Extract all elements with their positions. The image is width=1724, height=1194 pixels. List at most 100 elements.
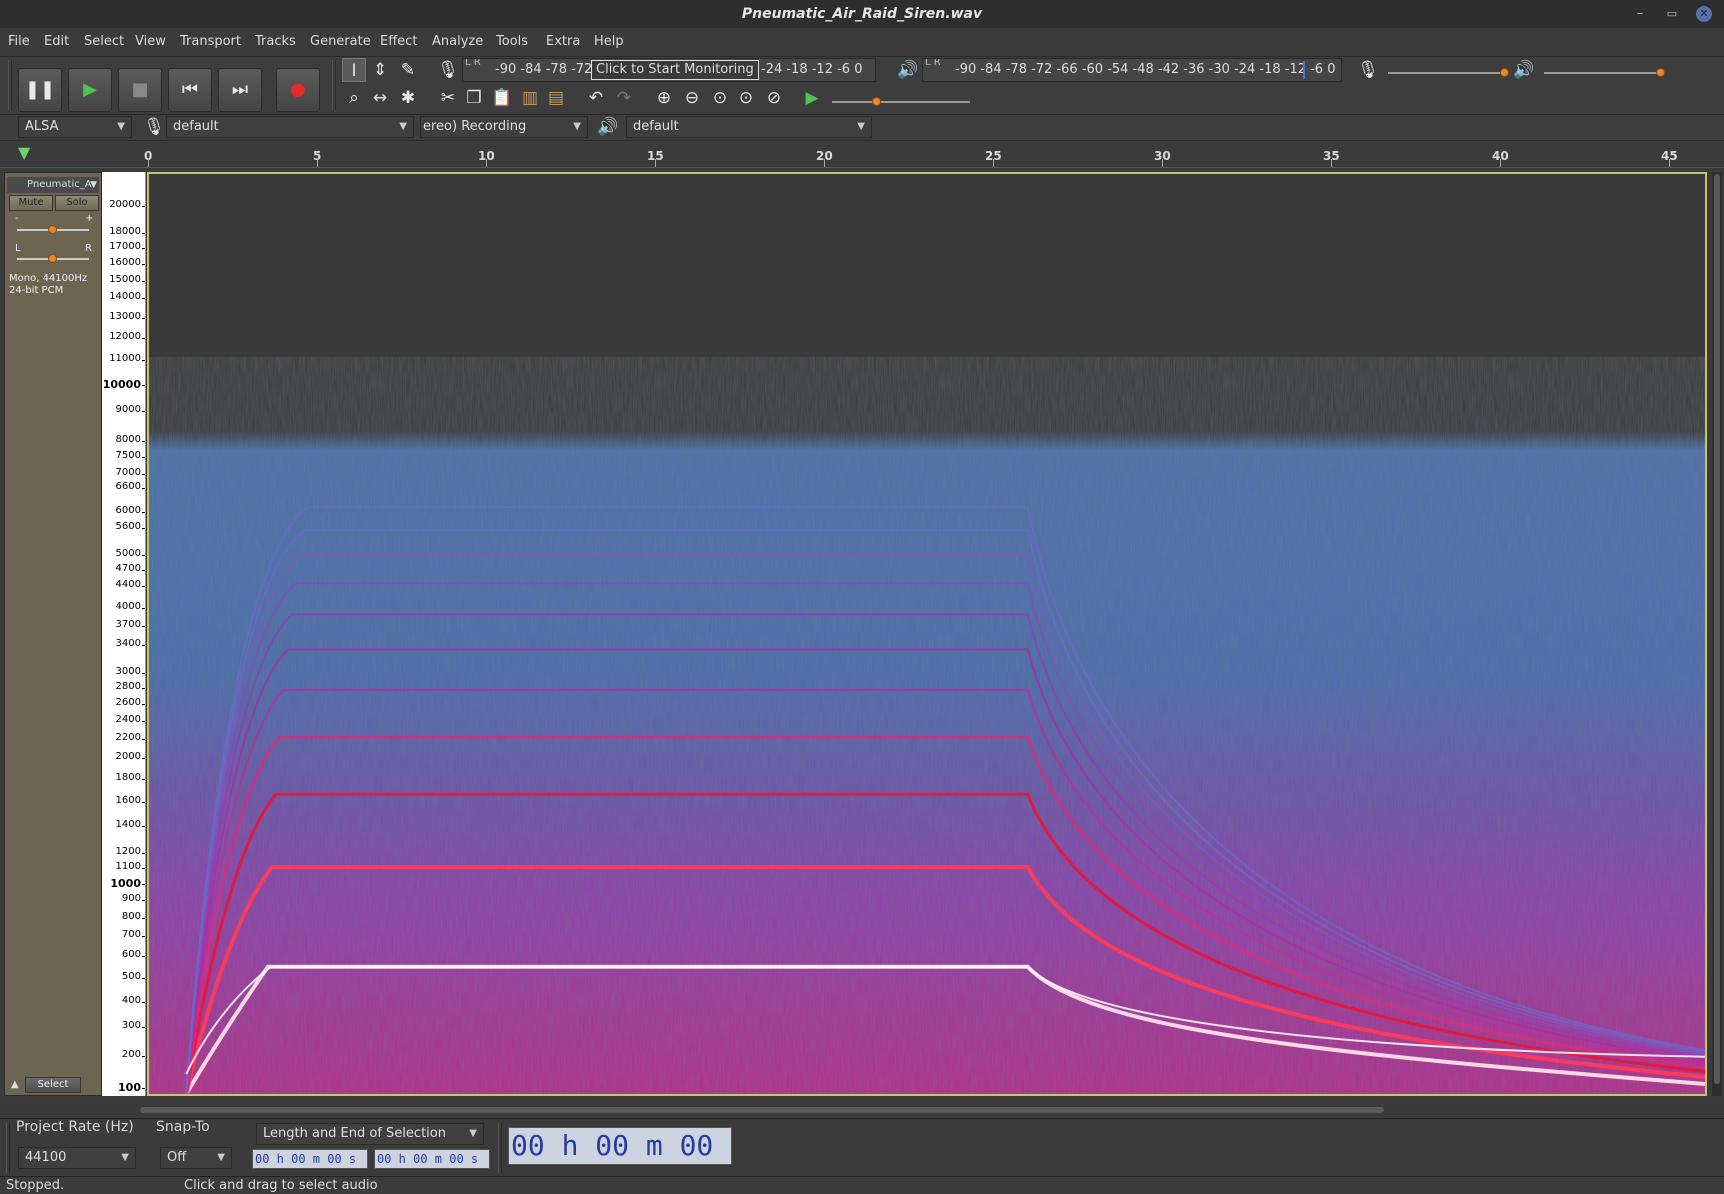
frequency-label: 9000 bbox=[115, 404, 141, 416]
track-name-dropdown[interactable]: Pneumatic_A ▼ bbox=[7, 177, 99, 193]
project-rate-label: Project Rate (Hz) bbox=[16, 1119, 134, 1135]
playback-device-dropdown[interactable]: default ▼ bbox=[626, 116, 872, 138]
audacity-window: Pneumatic_Air_Raid_Siren.wav – ▭ ✕ File … bbox=[0, 0, 1724, 1194]
solo-button[interactable]: Solo bbox=[55, 195, 99, 211]
multi-tool-icon[interactable]: ✱ bbox=[396, 86, 420, 110]
timeline-ruler[interactable]: ▼ 0 5 10 15 20 25 30 35 40 45 bbox=[0, 140, 1724, 168]
pan-knob[interactable] bbox=[48, 254, 57, 263]
collapse-track-icon[interactable]: ▲ bbox=[11, 1079, 19, 1090]
playback-meter-scale: -90 -84 -78 -72 -66 -60 -54 -48 -42 -36 … bbox=[955, 62, 1336, 77]
vertical-scrollbar[interactable] bbox=[1712, 172, 1722, 1096]
frequency-tick bbox=[142, 936, 145, 938]
draw-tool-icon[interactable]: ✎ bbox=[396, 58, 420, 82]
menu-help[interactable]: Help bbox=[594, 34, 624, 49]
frequency-label: 2600 bbox=[115, 696, 141, 708]
skip-to-start-button[interactable]: ⏮ bbox=[168, 68, 212, 112]
paste-icon[interactable]: 📋 bbox=[490, 86, 514, 110]
playback-volume-knob[interactable] bbox=[1656, 68, 1665, 77]
horizontal-scrollbar[interactable] bbox=[0, 1104, 1724, 1116]
playback-meter[interactable]: L R -90 -84 -78 -72 -66 -60 -54 -48 -42 … bbox=[922, 58, 1342, 82]
envelope-tool-icon[interactable]: ⇕ bbox=[368, 58, 392, 82]
time-shift-tool-icon[interactable]: ↔ bbox=[368, 86, 392, 110]
zoom-out-icon[interactable]: ⊖ bbox=[680, 86, 704, 110]
selection-start-time[interactable]: 00 h 00 m 00 s bbox=[252, 1149, 368, 1169]
chevron-down-icon: ▼ bbox=[117, 121, 125, 132]
frequency-label: 100 bbox=[118, 1081, 141, 1094]
minimize-icon[interactable]: – bbox=[1630, 4, 1650, 24]
record-meter[interactable]: L R -90 -84 -78 -72 Click to Start Monit… bbox=[462, 58, 876, 82]
ruler-tick-mark bbox=[824, 159, 825, 167]
maximize-icon[interactable]: ▭ bbox=[1662, 4, 1682, 24]
ruler-tick-mark bbox=[993, 159, 994, 167]
toolbar-grip[interactable] bbox=[332, 60, 336, 110]
copy-icon[interactable]: ❐ bbox=[462, 86, 486, 110]
track-control-panel[interactable]: ✕ Pneumatic_A▼ Mute Solo - + L R Mono, 4… bbox=[4, 172, 102, 1096]
fit-project-icon[interactable]: ⊙ bbox=[734, 86, 758, 110]
menu-generate[interactable]: Generate bbox=[310, 34, 371, 49]
record-button[interactable]: ● bbox=[276, 68, 320, 112]
toolbar-grip[interactable] bbox=[8, 60, 12, 110]
play-at-speed-icon[interactable]: ▶ bbox=[800, 86, 824, 110]
recording-device-dropdown[interactable]: default ▼ bbox=[166, 116, 414, 138]
status-hint: Click and drag to select audio bbox=[184, 1178, 378, 1193]
frequency-tick bbox=[142, 607, 145, 609]
frequency-tick bbox=[142, 384, 145, 386]
menu-view[interactable]: View bbox=[135, 34, 166, 49]
menu-analyze[interactable]: Analyze bbox=[432, 34, 483, 49]
menu-select[interactable]: Select bbox=[84, 34, 124, 49]
frequency-tick bbox=[142, 555, 145, 557]
playback-meter-lr: L R bbox=[925, 58, 941, 68]
play-speed-knob[interactable] bbox=[872, 97, 881, 106]
audio-host-dropdown[interactable]: ALSA ▼ bbox=[18, 116, 132, 138]
menu-effect[interactable]: Effect bbox=[380, 34, 417, 49]
play-head-icon[interactable]: ▼ bbox=[18, 145, 30, 161]
play-button[interactable]: ▶ bbox=[68, 68, 112, 112]
record-meter-mic-icon[interactable]: 🎙 bbox=[436, 58, 460, 82]
trim-icon[interactable]: ▥ bbox=[518, 86, 542, 110]
menu-edit[interactable]: Edit bbox=[44, 34, 69, 49]
toolbar-grip[interactable] bbox=[6, 1123, 10, 1173]
recording-volume-slider[interactable] bbox=[1388, 72, 1508, 74]
vertical-scroll-thumb[interactable] bbox=[1714, 174, 1720, 1084]
selection-end-time[interactable]: 00 h 00 m 00 s bbox=[374, 1149, 490, 1169]
snap-to-label: Snap-To bbox=[156, 1119, 210, 1135]
menu-transport[interactable]: Transport bbox=[180, 34, 241, 49]
zoom-toggle-icon[interactable]: ⊘ bbox=[762, 86, 786, 110]
skip-to-end-button[interactable]: ⏭ bbox=[218, 68, 262, 112]
frequency-tick bbox=[142, 1088, 145, 1089]
start-monitoring-tooltip[interactable]: Click to Start Monitoring bbox=[591, 60, 759, 80]
menu-extra[interactable]: Extra bbox=[546, 34, 580, 49]
recording-volume-knob[interactable] bbox=[1500, 68, 1509, 77]
close-icon[interactable]: ✕ bbox=[1696, 6, 1712, 22]
audio-position-time[interactable]: 00 h 00 m 00 s bbox=[508, 1127, 732, 1194]
redo-icon[interactable]: ↷ bbox=[612, 86, 636, 110]
pause-button[interactable]: ❚❚ bbox=[18, 68, 62, 112]
gain-knob[interactable] bbox=[48, 225, 57, 234]
select-track-button[interactable]: Select bbox=[25, 1077, 81, 1093]
selection-mode-dropdown[interactable]: Length and End of Selection ▼ bbox=[256, 1123, 484, 1145]
selection-tool-icon[interactable]: I bbox=[342, 58, 366, 82]
recording-channels-dropdown[interactable]: ereo) Recording Channels▼ bbox=[420, 116, 588, 154]
horizontal-scroll-thumb[interactable] bbox=[140, 1107, 1384, 1113]
project-rate-dropdown[interactable]: 44100 ▼ bbox=[18, 1147, 136, 1169]
menu-file[interactable]: File bbox=[8, 34, 30, 49]
toolbar-grip[interactable] bbox=[498, 1123, 502, 1173]
zoom-tool-icon[interactable]: ⌕ bbox=[342, 86, 366, 110]
zoom-in-icon[interactable]: ⊕ bbox=[652, 86, 676, 110]
playback-volume-slider[interactable] bbox=[1544, 72, 1664, 74]
frequency-label: 6000 bbox=[115, 504, 141, 516]
menu-tracks[interactable]: Tracks bbox=[255, 34, 296, 49]
play-speed-slider[interactable] bbox=[832, 101, 970, 103]
snap-to-dropdown[interactable]: Off ▼ bbox=[160, 1147, 232, 1169]
playback-meter-speaker-icon[interactable]: 🔊 bbox=[896, 58, 920, 82]
silence-icon[interactable]: ▤ bbox=[544, 86, 568, 110]
stop-button[interactable]: ■ bbox=[118, 68, 162, 112]
undo-icon[interactable]: ↶ bbox=[584, 86, 608, 110]
fit-selection-icon[interactable]: ⊙ bbox=[708, 86, 732, 110]
frequency-scale[interactable]: 20000 18000 17000 16000 15000 14000 13000 12000… bbox=[102, 172, 146, 1096]
mute-button[interactable]: Mute bbox=[9, 195, 53, 211]
cut-icon[interactable]: ✂ bbox=[436, 86, 460, 110]
menu-tools[interactable]: Tools bbox=[496, 34, 528, 49]
spectrogram-view[interactable] bbox=[147, 172, 1707, 1096]
recording-volume-mic-icon: 🎙 bbox=[1357, 60, 1379, 80]
